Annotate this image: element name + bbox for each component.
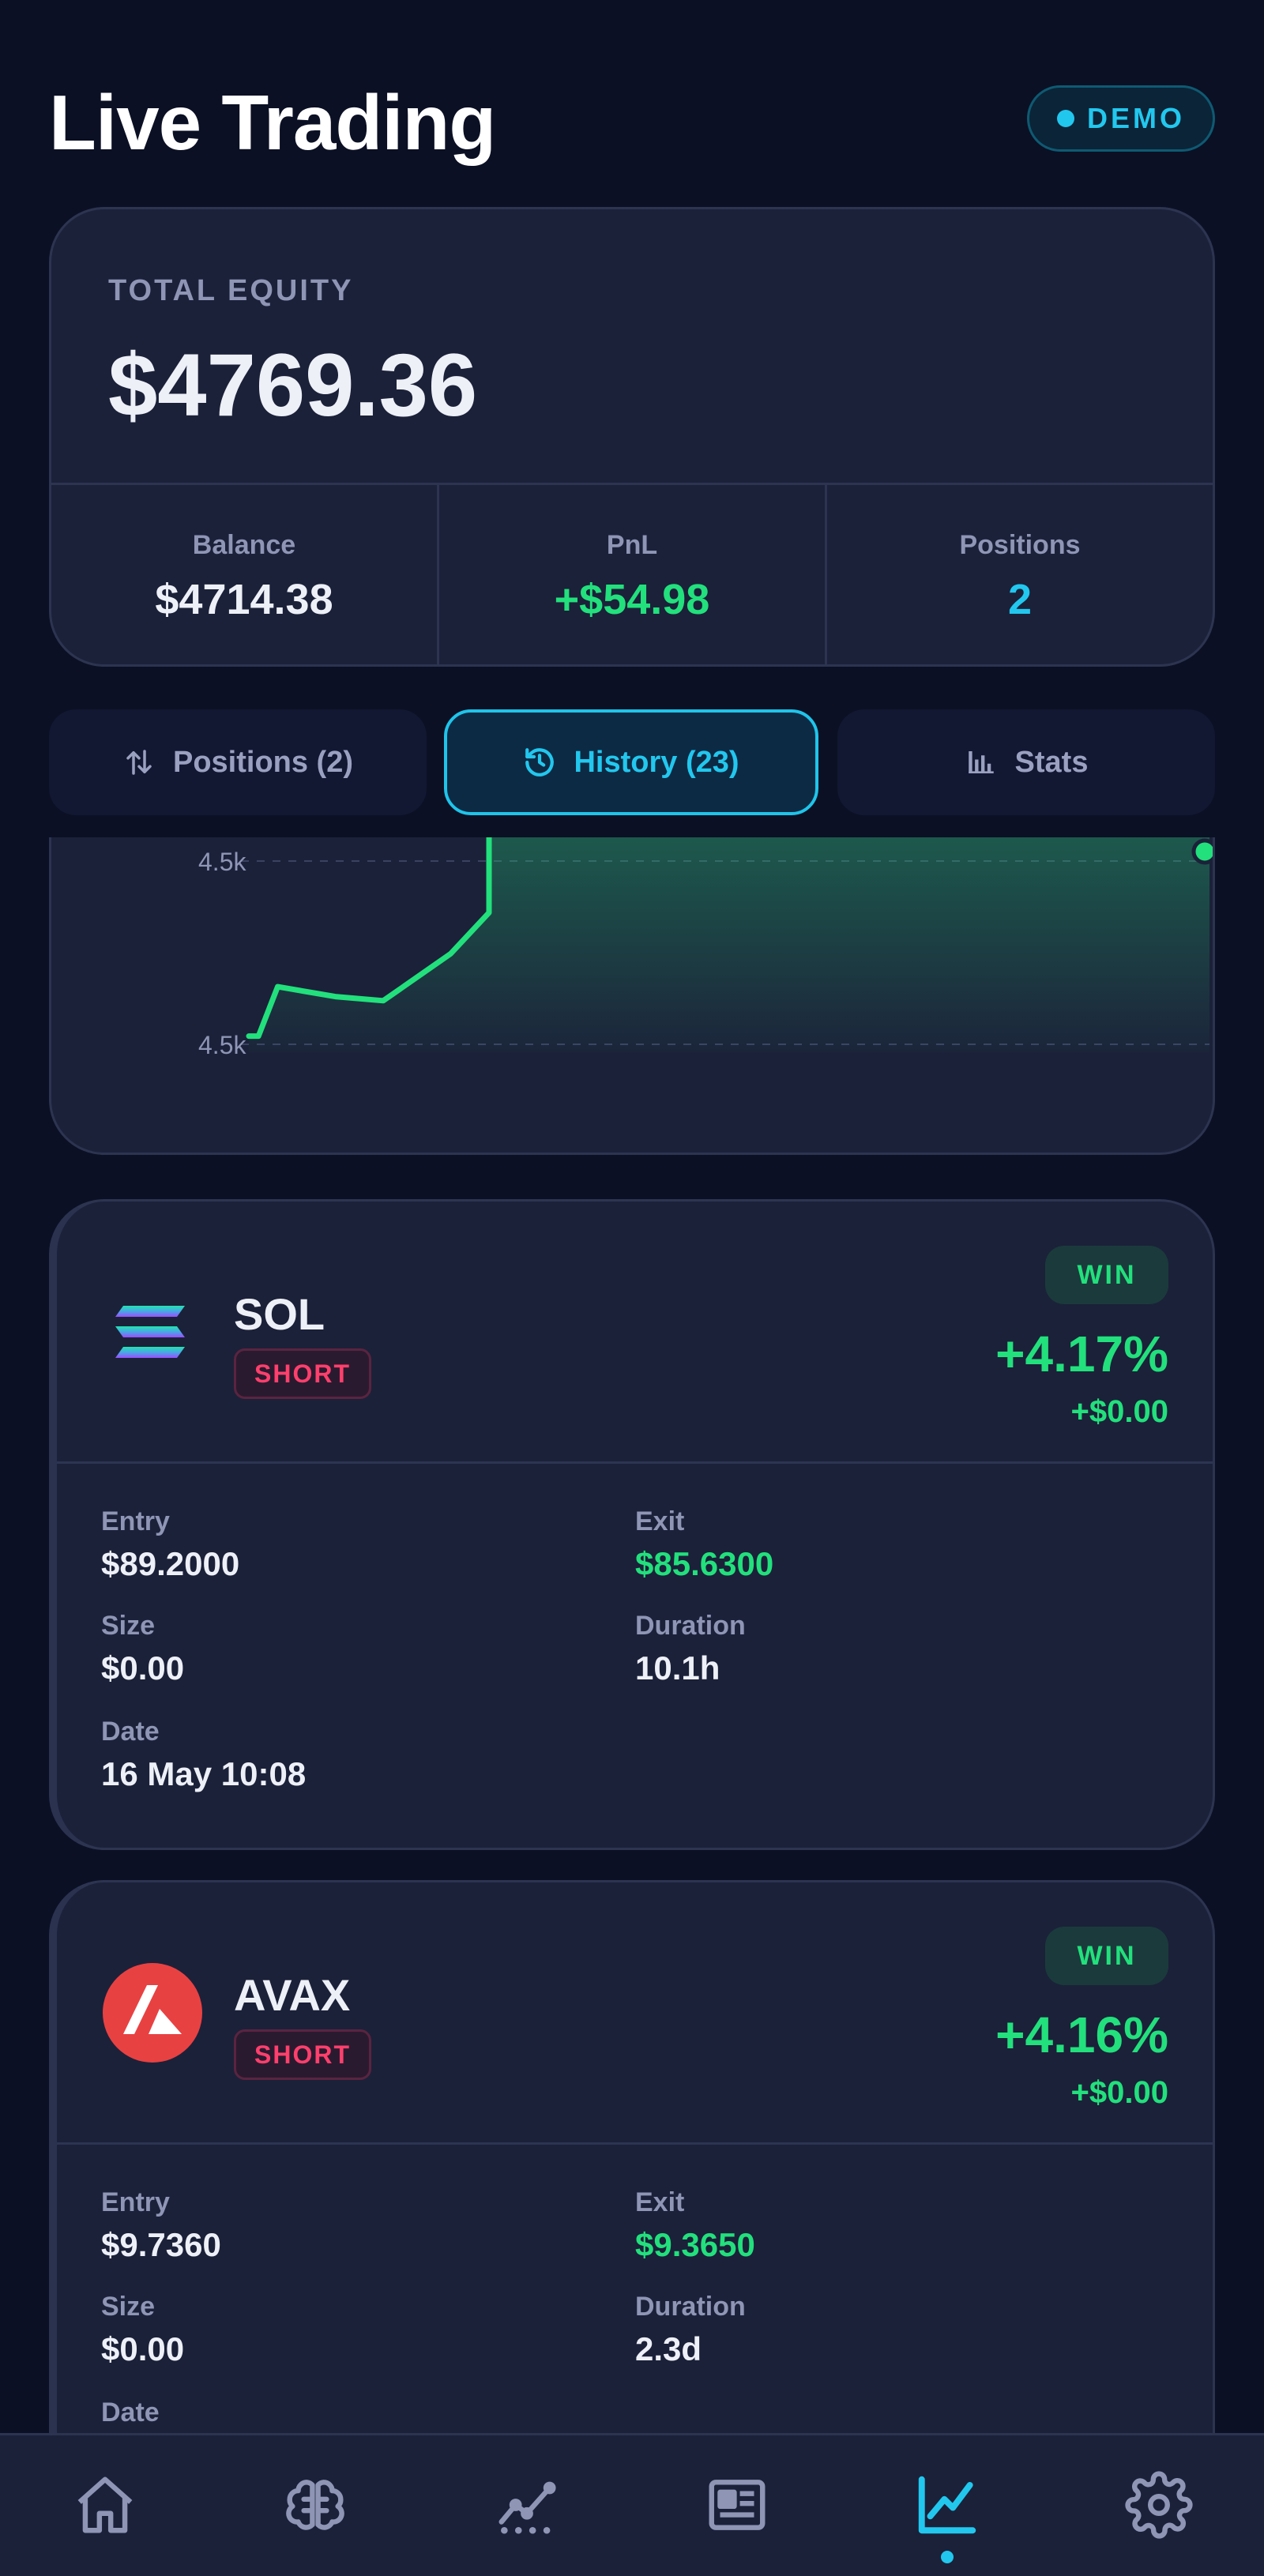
balance-value: $4714.38	[155, 576, 333, 623]
duration-value: 10.1h	[635, 1649, 720, 1687]
result-badge: WIN	[1045, 1927, 1168, 1985]
positions-label: Positions	[959, 530, 1081, 560]
entry-value: $9.7360	[101, 2226, 221, 2263]
entry-detail: Entry $89.2000	[101, 1506, 239, 1583]
pnl-usd: +$0.00	[1070, 2075, 1168, 2110]
positions-value: 2	[1007, 576, 1033, 623]
equity-stats-row: Balance $4714.38 PnL +$54.98 Positions 2	[51, 483, 1213, 664]
date-detail: Date	[101, 2397, 160, 2436]
duration-label: Duration	[635, 2292, 746, 2322]
size-label: Size	[101, 2292, 156, 2322]
settings-gear-icon	[1125, 2471, 1193, 2539]
page-title: Live Trading	[49, 79, 496, 166]
date-label: Date	[101, 2397, 160, 2427]
trade-card-header: AVAX SHORT WIN +4.16% +$0.00	[57, 1882, 1213, 2145]
duration-value: 2.3d	[635, 2330, 702, 2367]
pnl-stat: PnL +$54.98	[439, 485, 827, 664]
y-tick-label: 4.5k	[198, 1031, 246, 1059]
exit-detail: Exit $85.6300	[635, 1506, 773, 1583]
avalanche-logo-icon	[103, 1963, 202, 2063]
total-equity-label: TOTAL EQUITY	[108, 274, 354, 307]
live-trading-screen: Live Trading DEMO TOTAL EQUITY $4769.36 …	[0, 0, 1264, 2576]
duration-label: Duration	[635, 1611, 746, 1641]
equity-last-point	[1191, 838, 1213, 865]
y-tick-label: 4.5k	[198, 848, 246, 876]
size-label: Size	[101, 1611, 156, 1641]
pnl-label: PnL	[606, 530, 658, 560]
duration-detail: Duration 10.1h	[635, 1611, 746, 1687]
balance-label: Balance	[192, 530, 296, 560]
tab-positions-label: Positions (2)	[172, 745, 354, 779]
date-detail: Date 16 May 10:08	[101, 1717, 306, 1793]
news-icon	[709, 2480, 766, 2530]
exit-value: $9.3650	[635, 2226, 755, 2263]
entry-detail: Entry $9.7360	[101, 2187, 221, 2264]
nav-news[interactable]	[694, 2467, 781, 2543]
size-detail: Size $0.00	[101, 1611, 184, 1687]
size-detail: Size $0.00	[101, 2292, 184, 2368]
positions-stat: Positions 2	[827, 485, 1213, 664]
analytics-icon	[498, 2481, 556, 2534]
status-dot-icon	[1057, 110, 1074, 127]
exit-detail: Exit $9.3650	[635, 2187, 755, 2264]
nav-trading[interactable]	[904, 2467, 991, 2543]
side-badge: SHORT	[234, 1348, 371, 1399]
date-value: 16 May 10:08	[101, 1755, 307, 1792]
tab-stats-label: Stats	[1014, 745, 1089, 779]
trade-card[interactable]: SOL SHORT WIN +4.17% +$0.00 Entry $89.20…	[49, 1199, 1215, 1850]
solana-logo-icon	[115, 1306, 185, 1358]
pnl-percent: +4.16%	[995, 2006, 1168, 2063]
nav-home[interactable]	[62, 2467, 149, 2543]
trade-card-header: SOL SHORT WIN +4.17% +$0.00	[57, 1202, 1213, 1464]
nav-analytics[interactable]	[483, 2467, 570, 2543]
size-value: $0.00	[101, 1649, 185, 1687]
exit-label: Exit	[635, 2187, 685, 2217]
tab-stats[interactable]: Stats	[837, 709, 1215, 815]
swap-vertical-icon	[126, 750, 152, 775]
result-badge: WIN	[1045, 1246, 1168, 1304]
history-icon	[525, 748, 555, 777]
coin-symbol: AVAX	[234, 1970, 351, 2020]
exit-label: Exit	[635, 1506, 685, 1536]
entry-label: Entry	[101, 2187, 170, 2217]
pnl-usd: +$0.00	[1070, 1394, 1168, 1429]
side-badge: SHORT	[234, 2029, 371, 2080]
total-equity-value: $4769.36	[108, 336, 478, 434]
nav-ai[interactable]	[272, 2467, 359, 2543]
trading-chart-icon	[918, 2476, 976, 2534]
coin-symbol: SOL	[234, 1289, 325, 1339]
bottom-nav	[0, 2433, 1264, 2576]
date-label: Date	[101, 1717, 160, 1747]
balance-stat: Balance $4714.38	[51, 485, 439, 664]
equity-area-fill	[249, 837, 1209, 1052]
tab-history-label: History (23)	[574, 745, 739, 779]
exit-value: $85.6300	[635, 1545, 774, 1582]
equity-card: TOTAL EQUITY $4769.36 Balance $4714.38 P…	[49, 207, 1215, 667]
demo-mode-badge[interactable]: DEMO	[1027, 85, 1215, 152]
entry-value: $89.2000	[101, 1545, 240, 1582]
brain-icon	[286, 2480, 344, 2530]
tab-bar: Positions (2) History (23) Stats	[49, 709, 1215, 815]
entry-label: Entry	[101, 1506, 170, 1536]
duration-detail: Duration 2.3d	[635, 2292, 746, 2368]
header: Live Trading DEMO	[49, 79, 1215, 166]
equity-chart-card: 4.5k 4.5k	[49, 837, 1215, 1155]
tab-history[interactable]: History (23)	[444, 709, 818, 815]
size-value: $0.00	[101, 2330, 185, 2367]
nav-settings[interactable]	[1115, 2467, 1202, 2543]
equity-curve-chart: 4.5k 4.5k	[198, 837, 1213, 1059]
demo-mode-label: DEMO	[1087, 102, 1185, 134]
home-icon	[77, 2476, 133, 2533]
pnl-percent: +4.17%	[995, 1326, 1168, 1382]
bar-chart-icon	[968, 751, 994, 773]
active-nav-indicator	[941, 2551, 954, 2563]
tab-positions[interactable]: Positions (2)	[49, 709, 427, 815]
pnl-value: +$54.98	[554, 576, 710, 623]
